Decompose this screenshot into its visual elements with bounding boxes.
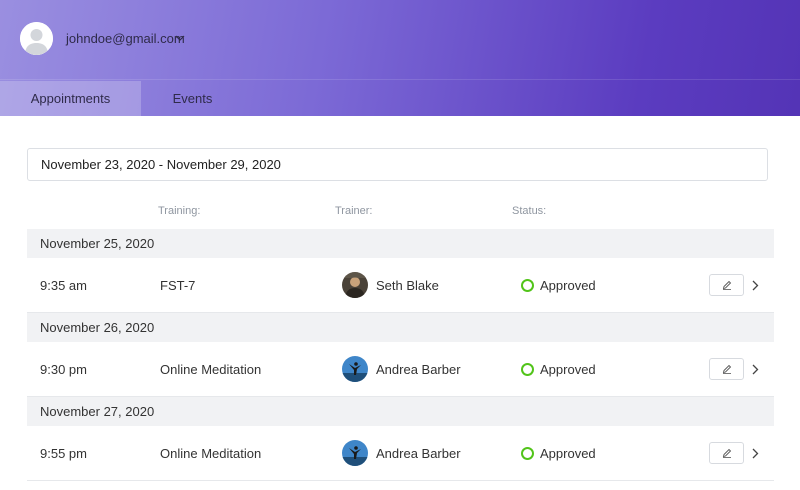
date-range-picker[interactable]: November 23, 2020 - November 29, 2020 — [27, 148, 768, 181]
pencil-icon — [722, 448, 732, 458]
appointment-row[interactable]: 9:55 pm Online Meditation Andrea Barber … — [27, 426, 774, 481]
appointment-trainer: Seth Blake — [376, 278, 439, 293]
edit-button[interactable] — [709, 442, 744, 464]
appointment-row[interactable]: 9:30 pm Online Meditation Andrea Barber … — [27, 342, 774, 397]
pencil-icon — [722, 364, 732, 374]
appointment-trainer: Andrea Barber — [376, 446, 461, 461]
column-header-status: Status: — [512, 205, 547, 217]
appointment-trainer: Andrea Barber — [376, 362, 461, 377]
appointment-time: 9:55 pm — [40, 446, 87, 461]
appointment-time: 9:35 am — [40, 278, 87, 293]
status-approved-icon — [521, 447, 534, 460]
chevron-down-icon[interactable] — [175, 33, 185, 43]
column-header-trainer: Trainer: — [335, 205, 373, 217]
trainer-avatar — [342, 440, 368, 466]
app-header: johndoe@gmail.com Appointments Events — [0, 0, 800, 116]
user-bar: johndoe@gmail.com — [0, 0, 800, 80]
edit-button[interactable] — [709, 358, 744, 380]
user-email[interactable]: johndoe@gmail.com — [66, 31, 185, 46]
tab-bar: Appointments Events — [0, 81, 800, 116]
date-group-header: November 27, 2020 — [27, 397, 774, 426]
tab-appointments[interactable]: Appointments — [0, 81, 141, 116]
appointment-training: FST-7 — [160, 278, 196, 293]
date-group-header: November 25, 2020 — [27, 229, 774, 258]
appointment-row[interactable]: 9:35 am FST-7 Seth Blake Approved — [27, 258, 774, 313]
appointment-status: Approved — [540, 278, 596, 293]
chevron-right-icon[interactable] — [751, 448, 759, 459]
trainer-avatar — [342, 356, 368, 382]
appointment-status: Approved — [540, 362, 596, 377]
pencil-icon — [722, 280, 732, 290]
appointment-status: Approved — [540, 446, 596, 461]
chevron-right-icon[interactable] — [751, 280, 759, 291]
appointment-training: Online Meditation — [160, 446, 262, 461]
tab-events[interactable]: Events — [141, 81, 244, 116]
edit-button[interactable] — [709, 274, 744, 296]
user-avatar-icon[interactable] — [20, 22, 53, 55]
status-approved-icon — [521, 363, 534, 376]
date-group-header: November 26, 2020 — [27, 313, 774, 342]
chevron-right-icon[interactable] — [751, 364, 759, 375]
status-approved-icon — [521, 279, 534, 292]
appointment-time: 9:30 pm — [40, 362, 87, 377]
column-header-training: Training: — [158, 205, 201, 217]
trainer-avatar — [342, 272, 368, 298]
appointment-training: Online Meditation — [160, 362, 262, 377]
